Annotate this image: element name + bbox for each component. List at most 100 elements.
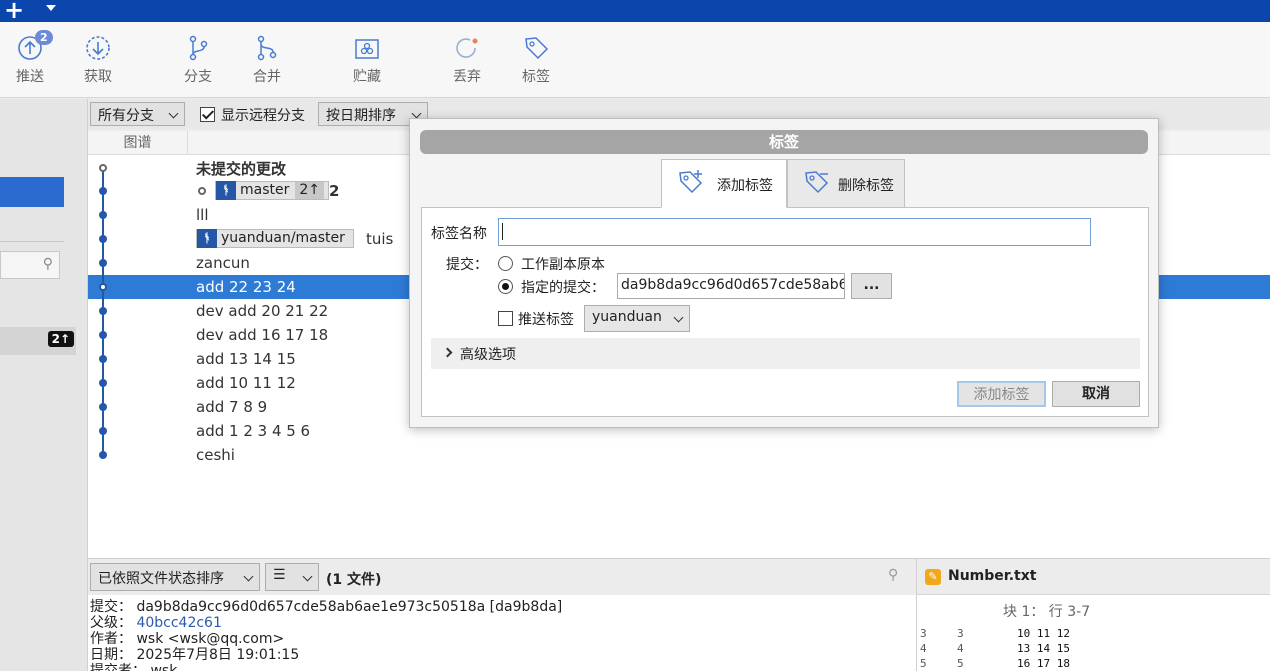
merge-button[interactable]: 合并	[237, 34, 297, 86]
branch-filter-dropdown[interactable]: 所有分支	[90, 102, 185, 126]
sidebar-branch-row[interactable]: 2↑	[0, 327, 76, 355]
new-tab-icon[interactable]: +	[4, 0, 24, 22]
tag-name-input[interactable]	[498, 218, 1091, 246]
graph-node	[99, 187, 107, 195]
stash-label: 贮藏	[353, 69, 381, 85]
file-sort-dropdown[interactable]: 已依照文件状态排序	[90, 563, 260, 591]
diff-line: 4 4 13 14 15	[920, 642, 1070, 655]
branch-chip-master[interactable]: ᚬ master 2↑	[215, 181, 330, 200]
graph-node	[99, 211, 107, 219]
view-mode-dropdown[interactable]: ☰	[265, 563, 319, 591]
branch-chip-remote[interactable]: ᚬ yuanduan/master	[196, 229, 354, 248]
merge-icon	[257, 35, 277, 61]
tag-button[interactable]: 标签	[506, 34, 566, 86]
author-row: 作者： wsk <wsk@qq.com>	[90, 631, 562, 647]
tag-dialog: 标签 添加标签 删除标签 标签名称 提交： 工作副本原本 指定的提交： da9b…	[409, 118, 1159, 428]
file-list-toolbar: 已依照文件状态排序 ☰ (1 文件) ⚲	[88, 559, 916, 595]
branch-icon	[189, 35, 208, 61]
specified-commit-label[interactable]: 指定的提交：	[521, 277, 605, 297]
list-view-icon: ☰	[273, 567, 286, 583]
add-tag-button[interactable]: 添加标签	[957, 381, 1046, 407]
remote-dropdown[interactable]: yuanduan	[584, 305, 690, 332]
working-copy-label[interactable]: 工作副本原本	[521, 254, 605, 274]
specified-commit-radio[interactable]	[498, 279, 513, 294]
graph-node	[99, 331, 107, 339]
commit-message: dev add 16 17 18	[196, 326, 329, 344]
stash-icon	[355, 39, 379, 59]
tag-remove-icon	[805, 171, 829, 194]
diff-line: 3 3 10 11 12	[920, 627, 1070, 640]
branch-button[interactable]: 分支	[168, 34, 228, 86]
push-count-badge: 2	[35, 30, 53, 45]
show-remote-label: 显示远程分支	[221, 108, 305, 124]
branch-chip-label: master	[240, 182, 290, 198]
branch-icon: ᚬ	[216, 181, 236, 200]
committer-row: 提交者： wsk	[90, 663, 562, 671]
commit-message: 未提交的更改	[196, 160, 287, 178]
toolbar: 2 推送 获取 分支 合并 贮藏 丢弃 标签	[0, 22, 1270, 98]
fetch-button[interactable]: 获取	[68, 34, 128, 86]
cancel-button[interactable]: 取消	[1052, 381, 1140, 407]
push-tag-checkbox[interactable]	[498, 311, 513, 326]
search-icon[interactable]: ⚲	[888, 567, 898, 583]
branch-label: 分支	[184, 69, 212, 85]
pencil-icon: ✎	[925, 569, 941, 585]
sidebar-search-input[interactable]: ⚲	[0, 251, 60, 279]
graph-node	[99, 235, 107, 243]
remote-value: yuanduan	[592, 309, 662, 325]
advanced-options-toggle[interactable]: 高级选项	[431, 338, 1140, 369]
graph-node	[99, 283, 107, 291]
commit-details-pane: 已依照文件状态排序 ☰ (1 文件) ⚲ 提交： da9b8da9cc96d0d…	[88, 558, 916, 671]
stash-button[interactable]: 贮藏	[337, 34, 397, 86]
graph-node	[99, 259, 107, 267]
chevron-down-icon[interactable]	[46, 5, 56, 11]
merge-label: 合并	[253, 69, 281, 85]
graph-node	[99, 403, 107, 411]
file-diff-pane: ✎ Number.txt 块 1： 行 3-7 3 3 10 11 12 4 4 13 …	[916, 558, 1270, 671]
chevron-down-icon	[673, 312, 684, 323]
chevron-down-icon	[243, 571, 254, 582]
branch-chip-label: yuanduan/master	[221, 230, 345, 246]
date-value: 2025年7月8日 19:01:15	[136, 647, 300, 663]
sidebar: ⚲ 2↑	[0, 99, 88, 671]
title-bar: +	[0, 0, 1270, 22]
commit-row[interactable]: ceshi	[88, 443, 1270, 467]
branch-filter-value: 所有分支	[98, 108, 154, 124]
commit-hash-row: 提交： da9b8da9cc96d0d657cde58ab6ae1e973c50…	[90, 599, 562, 615]
parent-link[interactable]: 40bcc42c61	[136, 615, 221, 631]
tab-add-tag[interactable]: 添加标签	[661, 159, 787, 208]
add-tag-pane: 标签名称 提交： 工作副本原本 指定的提交： da9b8da9cc96d0d65…	[421, 207, 1149, 417]
files-count: (1 文件)	[326, 572, 382, 588]
commit-hash-value: da9b8da9cc96d0d657cde58ab6ae1e973c50518a…	[136, 599, 563, 615]
advanced-options-label: 高级选项	[460, 347, 516, 363]
commit-message: add 1 2 3 4 5 6	[196, 422, 311, 440]
author-value: wsk <wsk@qq.com>	[136, 631, 285, 647]
tab-remove-tag-label: 删除标签	[838, 178, 894, 194]
commit-message: lll	[196, 206, 209, 224]
dialog-title: 标签	[420, 130, 1148, 154]
sidebar-selected-item[interactable]	[0, 177, 64, 207]
discard-button[interactable]: 丢弃	[437, 34, 497, 86]
discard-icon	[456, 38, 478, 58]
ahead-badge: 2↑	[295, 182, 325, 199]
push-button[interactable]: 2 推送	[0, 30, 60, 86]
tab-remove-tag[interactable]: 删除标签	[787, 159, 905, 208]
tag-icon	[525, 37, 549, 60]
graph-column-header[interactable]: 图谱	[88, 131, 188, 155]
sidebar-divider	[0, 241, 64, 242]
graph-node	[99, 379, 107, 387]
sort-value: 按日期排序	[326, 108, 396, 124]
commit-message: add 22 23 24	[196, 278, 296, 296]
browse-commit-button[interactable]: ...	[851, 273, 892, 299]
chevron-down-icon	[411, 108, 422, 119]
commit-message: 2	[329, 182, 340, 200]
date-row: 日期： 2025年7月8日 19:01:15	[90, 647, 562, 663]
chevron-down-icon	[302, 571, 313, 582]
show-remote-checkbox[interactable]	[200, 107, 215, 122]
file-name[interactable]: Number.txt	[948, 568, 1036, 584]
committer-label: 提交者：	[90, 663, 146, 671]
tag-name-label: 标签名称	[431, 226, 487, 242]
commit-hash-input[interactable]: da9b8da9cc96d0d657cde58ab6	[617, 273, 845, 299]
working-copy-radio[interactable]	[498, 256, 513, 271]
graph-node	[99, 355, 107, 363]
